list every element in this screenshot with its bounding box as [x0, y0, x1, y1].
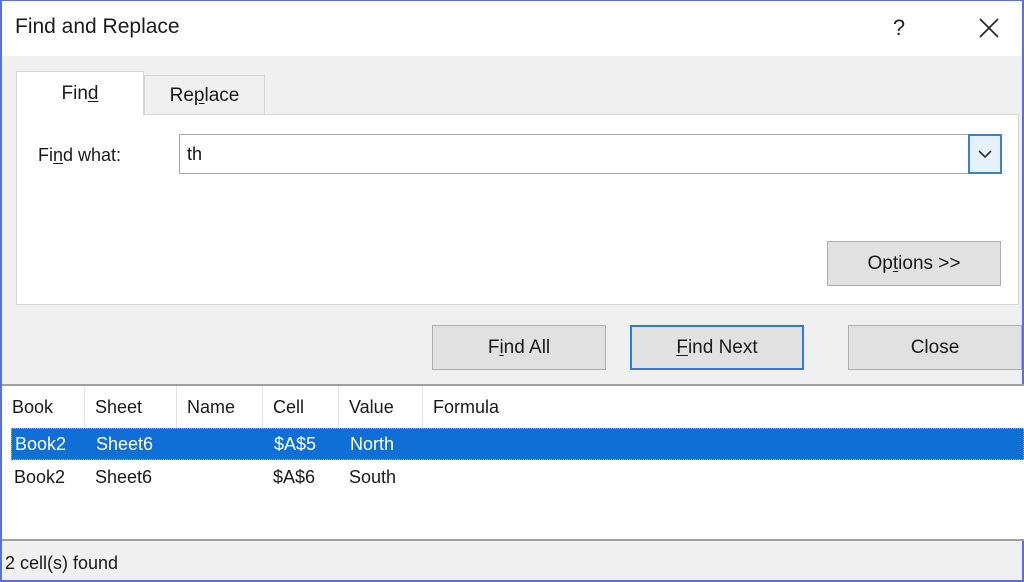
- options-label-post: ions >>: [898, 252, 961, 274]
- close-icon: [979, 18, 999, 38]
- find-what-dropdown-button[interactable]: [968, 134, 1002, 174]
- close-button[interactable]: Close: [848, 325, 1022, 370]
- find-what-label-pre: Fi: [38, 145, 53, 165]
- results-list: Book Sheet Name Cell Value Formula Book2…: [2, 384, 1024, 541]
- title-bar: Find and Replace ?: [2, 1, 1022, 56]
- help-button[interactable]: ?: [876, 9, 922, 47]
- cell-value: North: [350, 433, 395, 454]
- cell-sheet: Sheet6: [95, 466, 153, 487]
- cell-value: South: [349, 466, 397, 487]
- find-next-label-post: ind Next: [687, 336, 758, 358]
- tab-replace-label: Re: [169, 84, 194, 106]
- find-what-input[interactable]: [180, 135, 969, 173]
- cell-cell: $A$5: [274, 433, 317, 454]
- column-header-book[interactable]: Book: [2, 386, 85, 428]
- tab-find-accesskey: d: [87, 82, 99, 104]
- result-row[interactable]: Book2 Sheet6 $A$6 South: [11, 461, 1024, 493]
- result-row[interactable]: Book2 Sheet6 $A$5 North: [11, 428, 1024, 460]
- dialog-title: Find and Replace: [15, 15, 180, 38]
- cell-book: Book2: [14, 466, 66, 487]
- find-next-accesskey: F: [676, 336, 688, 358]
- column-header-formula[interactable]: Formula: [423, 386, 543, 428]
- tab-replace-accesskey: p: [193, 84, 205, 106]
- tab-find[interactable]: Fin d: [16, 71, 144, 115]
- find-replace-dialog: Find and Replace ? Fin d Re p lace Find wha…: [0, 0, 1024, 582]
- results-header: Book Sheet Name Cell Value Formula: [2, 386, 1024, 428]
- status-text: 2 cell(s) found: [5, 553, 119, 573]
- find-what-accesskey: n: [53, 145, 64, 165]
- find-all-label-pre: F: [487, 336, 500, 358]
- column-header-value[interactable]: Value: [339, 386, 423, 428]
- find-what-label: Find what:: [38, 145, 121, 166]
- tab-replace-label-rest: lace: [204, 84, 240, 106]
- options-label-pre: Op: [867, 252, 893, 274]
- find-all-label-post: nd All: [503, 336, 551, 358]
- find-what-label-post: d what:: [63, 145, 122, 165]
- close-label: Close: [910, 336, 960, 358]
- chevron-down-icon: [978, 149, 992, 158]
- cell-book: Book2: [15, 433, 67, 454]
- find-next-button[interactable]: Find Next: [630, 325, 804, 370]
- help-icon: ?: [892, 15, 906, 40]
- find-tab-panel: Find what: Options >>: [16, 114, 1019, 305]
- tab-find-label: Fin: [61, 82, 88, 104]
- find-what-combobox[interactable]: [179, 134, 1002, 174]
- column-header-sheet[interactable]: Sheet: [85, 386, 177, 428]
- find-all-button[interactable]: Fi nd All: [432, 325, 606, 370]
- close-window-button[interactable]: [966, 9, 1012, 47]
- tab-replace[interactable]: Re p lace: [144, 75, 265, 115]
- column-header-name[interactable]: Name: [177, 386, 263, 428]
- cell-cell: $A$6: [273, 466, 316, 487]
- column-header-cell[interactable]: Cell: [263, 386, 339, 428]
- options-button[interactable]: Op t ions >>: [827, 241, 1001, 286]
- cell-sheet: Sheet6: [96, 433, 154, 454]
